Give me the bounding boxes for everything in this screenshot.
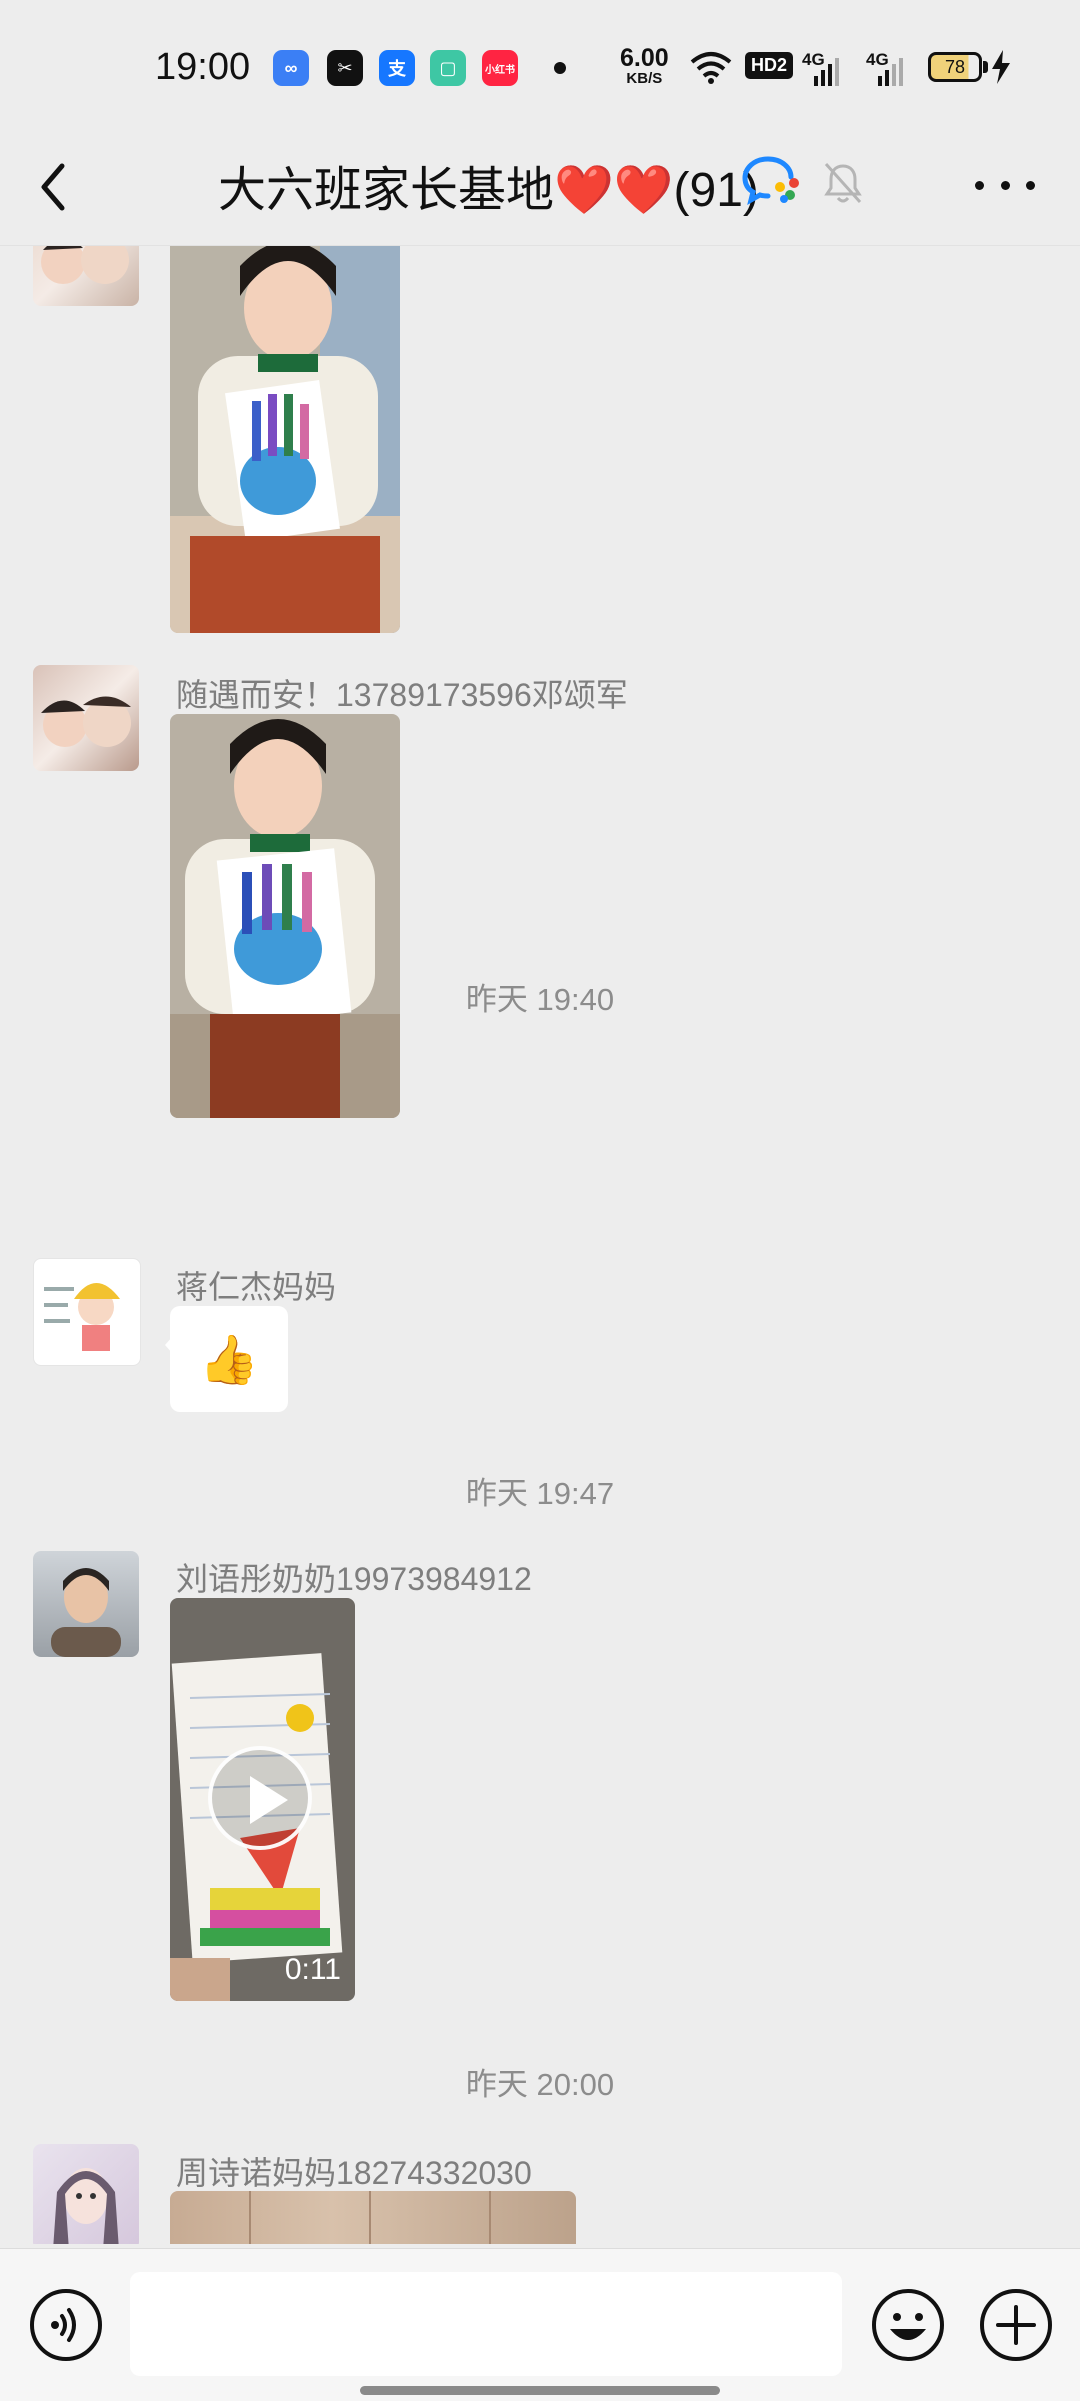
back-button[interactable] xyxy=(30,152,100,222)
avatar[interactable] xyxy=(33,1551,139,1657)
shortvideo-app-icon: ∞ xyxy=(273,50,309,86)
avatar[interactable] xyxy=(33,665,139,771)
image-message[interactable] xyxy=(170,714,400,1118)
charging-icon xyxy=(992,50,1010,84)
input-bar xyxy=(0,2248,1080,2401)
notification-dot-icon xyxy=(554,62,566,74)
sim1-signal-icon xyxy=(814,58,839,86)
thumbs-up-icon: 👍 xyxy=(199,1333,259,1387)
emoji-button[interactable] xyxy=(870,2287,946,2363)
emoji-message-bubble[interactable]: 👍 xyxy=(165,1306,288,1412)
sender-name: 随遇而安！13789173596邓颂军 xyxy=(176,677,628,713)
photo-child-with-handprint-art xyxy=(170,246,400,633)
message-input[interactable] xyxy=(130,2272,842,2376)
more-functions-button[interactable] xyxy=(978,2287,1054,2363)
avatar[interactable] xyxy=(33,2144,139,2244)
photo-child-with-handprint-art xyxy=(170,714,400,1118)
hd-voice-badge: HD2 xyxy=(745,52,794,79)
battery-cap xyxy=(983,61,988,73)
battery-icon: 78 xyxy=(928,52,982,82)
notes-app-icon: ▢ xyxy=(430,50,466,86)
more-options-button[interactable] xyxy=(975,170,1035,200)
xiaohongshu-app-icon: 小红书 xyxy=(482,50,518,86)
home-indicator[interactable] xyxy=(360,2386,720,2395)
sender-name: 刘语彤奶奶19973984912 xyxy=(176,1561,532,1597)
video-message[interactable]: 0:11 xyxy=(170,1598,355,2001)
timestamp: 昨天 20:00 xyxy=(465,2067,615,2102)
message-list[interactable]: 随遇而安！13789173596邓颂军 昨天 19:40 蒋仁杰妈妈 👍 昨天 … xyxy=(0,246,1080,2244)
network-speed: 6.00 KB/S xyxy=(620,44,669,87)
timestamp: 昨天 19:40 xyxy=(465,982,615,1017)
timestamp: 昨天 19:47 xyxy=(465,1476,615,1511)
capcut-app-icon: ✂ xyxy=(327,50,363,86)
sender-name: 蒋仁杰妈妈 xyxy=(176,1269,337,1305)
chat-title: 大六班家长基地❤️❤️(91) xyxy=(218,164,759,217)
hearts-emoji: ❤️❤️ xyxy=(554,164,674,217)
sim2-signal-icon xyxy=(878,58,903,86)
image-message[interactable] xyxy=(170,2191,576,2244)
mute-bell-icon xyxy=(824,162,862,204)
avatar[interactable] xyxy=(33,1258,141,1366)
sender-name: 周诗诺妈妈18274332030 xyxy=(176,2155,532,2191)
wecom-icon xyxy=(742,156,799,205)
wifi-icon xyxy=(690,52,732,84)
image-message[interactable] xyxy=(170,246,400,633)
alipay-app-icon: 支 xyxy=(379,50,415,86)
photo-preview xyxy=(249,2191,491,2244)
voice-input-button[interactable] xyxy=(28,2287,104,2363)
video-duration: 0:11 xyxy=(284,1953,341,1986)
status-bar: 19:00 ∞ ✂ 支 ▢ 小红书 6.00 KB/S HD2 4G 4G 78 xyxy=(0,0,1080,130)
status-time: 19:00 xyxy=(155,46,251,88)
avatar[interactable] xyxy=(33,246,139,306)
chat-header: 大六班家长基地❤️❤️(91) xyxy=(0,130,1080,246)
play-button[interactable] xyxy=(208,1746,312,1850)
